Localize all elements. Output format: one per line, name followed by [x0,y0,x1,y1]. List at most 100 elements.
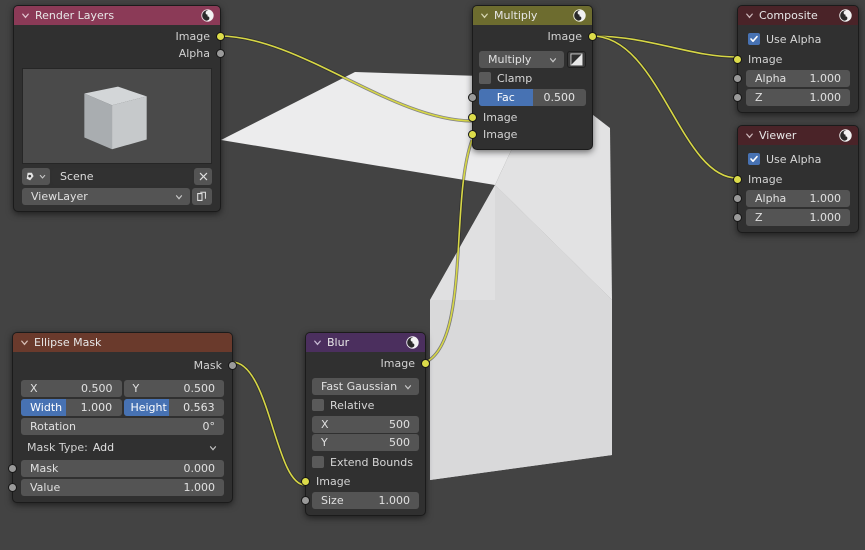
socket-image-in-2[interactable] [468,130,477,139]
node-editor-canvas[interactable]: Render Layers Image Alpha Scene ViewLaye… [0,0,865,550]
node-composite[interactable]: Composite Use Alpha Image Alpha 1.000 Z … [733,5,859,113]
socket-image-in[interactable] [733,55,742,64]
extend-bounds-checkbox[interactable] [312,456,324,468]
socket-row-image-out[interactable]: Image [14,28,225,45]
value-field[interactable]: Value 1.000 [21,479,224,496]
size-y-field[interactable]: Y 500 [312,434,419,451]
preview-toggle-icon[interactable] [839,9,852,22]
node-blur-header[interactable]: Blur [306,333,425,352]
chevron-down-icon[interactable] [744,10,755,21]
z-field[interactable]: Z 1.000 [746,209,850,226]
clamp-checkbox-row[interactable]: Clamp [473,70,592,86]
mask-type-dropdown[interactable]: Mask Type: Add [21,439,224,456]
size-field-row[interactable]: Size 1.000 [301,492,425,509]
socket-fac-in[interactable] [468,93,477,102]
viewlayer-dropdown[interactable]: ViewLayer [22,188,190,205]
mask-input-row[interactable]: Mask 0.000 [8,460,232,477]
node-viewer-header[interactable]: Viewer [738,126,858,145]
node-multiply[interactable]: Multiply Image Multiply Clamp Fac 0.500 … [468,5,597,150]
node-render-layers[interactable]: Render Layers Image Alpha Scene ViewLaye… [13,5,225,212]
size-row[interactable]: Width 1.000 Height 0.563 [13,399,232,416]
size-field[interactable]: Size 1.000 [312,492,419,509]
scene-datablock-button[interactable] [22,168,50,185]
mask-value: 0.000 [183,462,216,475]
socket-image-in[interactable] [301,477,310,486]
socket-row-image-in[interactable]: Image [301,473,425,490]
socket-row-image-out[interactable]: Image [473,28,597,45]
relative-checkbox[interactable] [312,399,324,411]
socket-row-image-out[interactable]: Image [306,355,430,372]
chevron-down-icon[interactable] [19,337,30,348]
socket-row-image-in[interactable]: Image [733,51,858,68]
alpha-field-row[interactable]: Alpha 1.000 [733,70,858,87]
socket-image-out[interactable] [421,359,430,368]
alpha-field[interactable]: Alpha 1.000 [746,190,850,207]
z-field[interactable]: Z 1.000 [746,89,850,106]
width-slider[interactable]: Width 1.000 [21,399,122,416]
socket-alpha-in[interactable] [733,74,742,83]
socket-z-in[interactable] [733,93,742,102]
image-alpha-toggle-button[interactable] [567,51,586,68]
socket-row-image-in-1[interactable]: Image [468,109,592,126]
node-ellipse-mask-header[interactable]: Ellipse Mask [13,333,232,352]
chevron-down-icon[interactable] [312,337,323,348]
position-y-field[interactable]: Y 0.500 [123,380,224,397]
position-x-field[interactable]: X 0.500 [21,380,122,397]
preview-toggle-icon[interactable] [201,9,214,22]
socket-value-in[interactable] [8,483,17,492]
chevron-down-icon[interactable] [20,10,31,21]
fac-slider[interactable]: Fac 0.500 [479,89,586,106]
preview-toggle-icon[interactable] [406,336,419,349]
preview-toggle-icon[interactable] [839,129,852,142]
socket-mask-out[interactable] [228,361,237,370]
preview-toggle-icon[interactable] [573,9,586,22]
blend-mode-dropdown[interactable]: Multiply [479,51,564,68]
use-alpha-checkbox[interactable] [748,33,760,45]
clamp-checkbox[interactable] [479,72,491,84]
fac-slider-row[interactable]: Fac 0.500 [468,89,592,106]
socket-mask-in[interactable] [8,464,17,473]
socket-row-image-in[interactable]: Image [733,171,858,188]
socket-image-out[interactable] [588,32,597,41]
z-field-row[interactable]: Z 1.000 [733,89,858,106]
value-input-row[interactable]: Value 1.000 [8,479,232,496]
node-render-layers-header[interactable]: Render Layers [14,6,220,25]
scene-name-field[interactable]: Scene [52,168,192,185]
node-composite-header[interactable]: Composite [738,6,858,25]
node-blur[interactable]: Blur Image Fast Gaussian Relative X 500 … [301,332,430,516]
node-ellipse-mask[interactable]: Ellipse Mask Mask X 0.500 Y 0.500 Width … [8,332,237,503]
chevron-down-icon[interactable] [479,10,490,21]
use-alpha-checkbox[interactable] [748,153,760,165]
node-multiply-header[interactable]: Multiply [473,6,592,25]
socket-size-in[interactable] [301,496,310,505]
socket-row-image-in-2[interactable]: Image [468,126,592,143]
use-alpha-checkbox-row[interactable]: Use Alpha [738,151,858,167]
height-slider[interactable]: Height 0.563 [123,399,224,416]
mask-field[interactable]: Mask 0.000 [21,460,224,477]
rotation-field[interactable]: Rotation 0° [21,418,224,435]
z-field-row[interactable]: Z 1.000 [733,209,858,226]
relative-checkbox-row[interactable]: Relative [306,397,425,413]
rotation-value: 0° [202,420,216,433]
filter-type-dropdown[interactable]: Fast Gaussian [312,378,419,395]
size-x-field[interactable]: X 500 [312,416,419,433]
socket-image-out[interactable] [216,32,225,41]
socket-alpha-in[interactable] [733,194,742,203]
node-viewer[interactable]: Viewer Use Alpha Image Alpha 1.000 Z 1.0… [733,125,859,233]
socket-row-alpha-out[interactable]: Alpha [14,45,225,62]
extend-bounds-checkbox-row[interactable]: Extend Bounds [306,454,425,470]
scene-selector-row[interactable]: Scene [14,168,220,185]
use-alpha-checkbox-row[interactable]: Use Alpha [738,31,858,47]
viewlayer-selector-row[interactable]: ViewLayer [14,188,220,205]
position-row[interactable]: X 0.500 Y 0.500 [13,380,232,397]
clear-scene-button[interactable] [194,168,212,185]
alpha-field-row[interactable]: Alpha 1.000 [733,190,858,207]
chevron-down-icon[interactable] [744,130,755,141]
socket-image-in-1[interactable] [468,113,477,122]
alpha-field[interactable]: Alpha 1.000 [746,70,850,87]
socket-row-mask-out[interactable]: Mask [13,357,237,374]
socket-alpha-out[interactable] [216,49,225,58]
new-viewlayer-button[interactable] [192,188,212,205]
socket-image-in[interactable] [733,175,742,184]
socket-z-in[interactable] [733,213,742,222]
